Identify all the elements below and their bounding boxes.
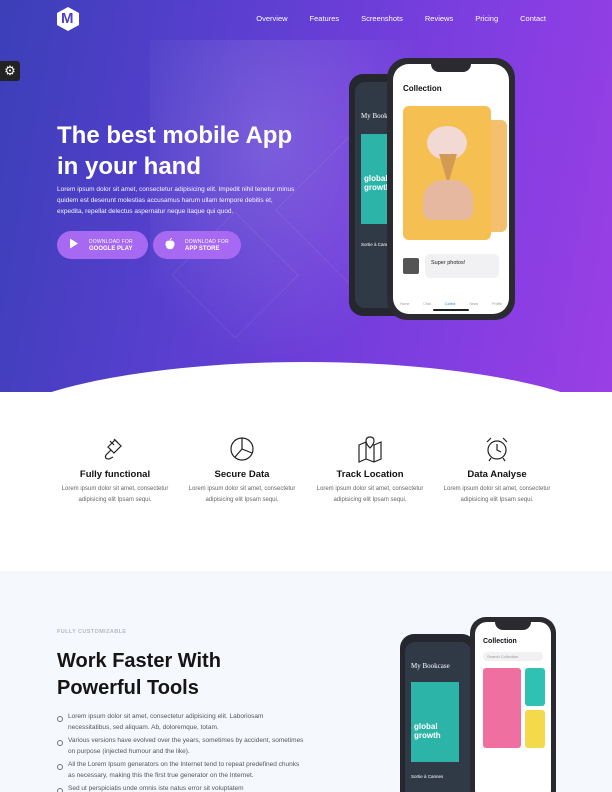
collection-card-image [403,106,491,240]
app-store-button[interactable]: DOWNLOAD FOR APP STORE [153,231,241,259]
hero-phone-front: Collection Super photos! Home Chat Colle… [387,58,515,320]
chat-message: Super photos! [403,254,503,278]
phone-front-screen: Collection Search Collection [475,622,551,792]
google-play-big-label: GOOGLE PLAY [89,245,133,252]
feature-secure-data: Secure Data Lorem ipsum dolor sit amet, … [182,434,302,505]
phone-tab-bar: Home Chat Collect News Profile [393,302,509,306]
phone-back-subtitle: Sortie à Cannes [411,774,444,779]
feature-text: Lorem ipsum dolor sit amet, consectetur … [443,486,551,503]
phone-back-title: My Book [361,112,388,120]
phone-back-book-cover: global growth [411,682,459,762]
photo-tile [525,710,545,748]
phone-notch [431,64,471,72]
nav-features[interactable]: Features [310,14,340,23]
tools-phone-front: Collection Search Collection [470,617,556,792]
feature-title: Data Analyse [467,469,527,480]
phone-screen-title: Collection [483,638,517,645]
map-pin-icon [310,434,430,464]
tab-news: News [469,302,479,306]
hero-title: The best mobile App in your hand [57,122,293,180]
phone-back-title: My Bookcase [411,662,450,670]
phone-front-screen: Collection Super photos! Home Chat Colle… [393,64,509,314]
nav-screenshots[interactable]: Screenshots [361,14,403,23]
tab-chat: Chat [423,302,431,306]
tab-home: Home [399,302,410,306]
chat-bubble: Super photos! [425,254,499,278]
play-store-icon [69,238,79,252]
feature-text: Lorem ipsum dolor sit amet, consectetur … [61,486,169,503]
section-title: Work Faster With Powerful Tools [57,650,221,699]
phone-back-screen: My Bookcase global growth Sortie à Canne… [405,642,471,792]
nav-overview[interactable]: Overview [256,14,287,23]
profile-photo-card [483,668,521,748]
nav-contact[interactable]: Contact [520,14,546,23]
settings-gear-icon[interactable]: ⚙ [0,61,20,81]
nav-pricing[interactable]: Pricing [475,14,498,23]
phone-back-cover-text: global growth [414,722,441,740]
feature-bullet-list: Lorem ipsum dolor sit amet, consectetur … [57,712,307,792]
list-item: Sed ut perspiciatis unde omnis iste natu… [57,784,307,792]
list-item: All the Lorem Ipsum generators on the In… [57,760,307,781]
section-eyebrow: FULLY CUSTOMIZABLE [57,629,127,635]
feature-track-location: Track Location Lorem ipsum dolor sit ame… [310,434,430,505]
feature-data-analyse: Data Analyse Lorem ipsum dolor sit amet,… [437,434,557,505]
pie-chart-icon [182,434,302,464]
feature-text: Lorem ipsum dolor sit amet, consectetur … [188,486,296,503]
plug-icon [55,434,175,464]
feature-title: Secure Data [214,469,270,480]
tools-phone-back: My Bookcase global growth Sortie à Canne… [400,634,476,792]
feature-title: Track Location [336,469,404,480]
apple-icon [165,237,175,253]
main-nav: Overview Features Screenshots Reviews Pr… [234,14,546,23]
list-item: Various versions have evolved over the y… [57,736,307,757]
tab-collect: Collect [444,302,456,306]
hero-description: Lorem ipsum dolor sit amet, consectetur … [57,186,295,215]
app-store-small-label: DOWNLOAD FOR [185,238,229,245]
app-store-big-label: APP STORE [185,245,220,252]
alarm-clock-icon [437,434,557,464]
phone-notch [495,622,531,630]
hand-shape [423,180,473,220]
avatar [403,258,419,274]
phone-screen-title: Collection [403,84,442,93]
feature-fully-functional: Fully functional Lorem ipsum dolor sit a… [55,434,175,505]
list-item: Lorem ipsum dolor sit amet, consectetur … [57,712,307,733]
phone-search-field: Search Collection [483,652,543,661]
tab-profile: Profile [492,302,502,306]
google-play-button[interactable]: DOWNLOAD FOR GOOGLE PLAY [57,231,148,259]
photo-tile [525,668,545,706]
google-play-small-label: DOWNLOAD FOR [89,238,133,245]
home-indicator [433,309,469,311]
feature-text: Lorem ipsum dolor sit amet, consectetur … [316,486,424,503]
nav-reviews[interactable]: Reviews [425,14,453,23]
feature-title: Fully functional [79,469,151,480]
